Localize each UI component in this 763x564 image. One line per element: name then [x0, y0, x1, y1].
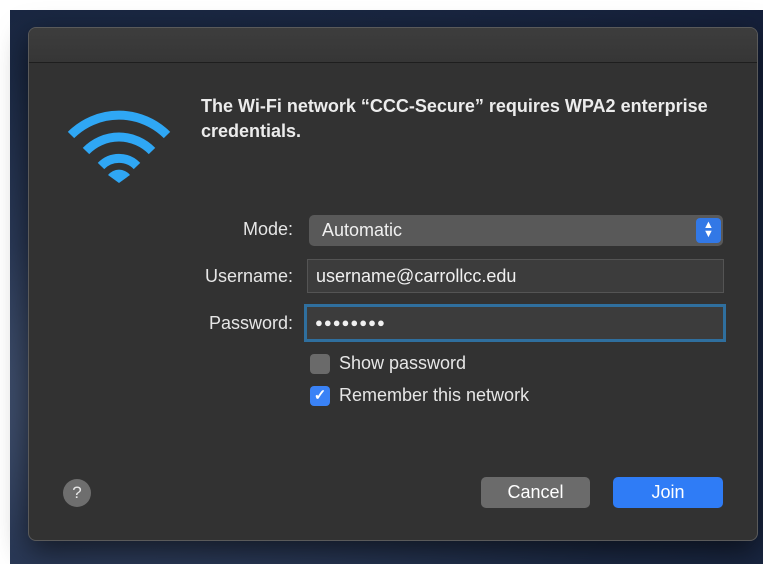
wifi-icon	[67, 110, 171, 183]
username-label: Username:	[204, 266, 293, 286]
remember-network-label[interactable]: Remember this network	[339, 385, 529, 406]
username-field[interactable]: username@carrollcc.edu	[307, 259, 724, 293]
help-button[interactable]: ?	[63, 479, 91, 507]
password-field[interactable]: ●●●●●●●●	[304, 304, 726, 342]
remember-network-checkbox[interactable]: ✓	[310, 386, 330, 406]
wifi-credentials-dialog: The Wi-Fi network “CCC-Secure” requires …	[28, 27, 758, 541]
password-label: Password:	[208, 313, 293, 333]
mode-label: Mode:	[242, 219, 293, 239]
dialog-message: The Wi-Fi network “CCC-Secure” requires …	[201, 96, 708, 141]
mode-select[interactable]: Automatic ▲ ▼	[309, 215, 723, 246]
show-password-checkbox[interactable]	[310, 354, 330, 374]
show-password-label[interactable]: Show password	[339, 353, 466, 374]
join-button[interactable]: Join	[613, 477, 723, 508]
checkmark-icon: ✓	[313, 387, 327, 404]
dialog-titlebar	[29, 28, 757, 63]
chevron-updown-icon: ▲ ▼	[696, 218, 721, 243]
cancel-button[interactable]: Cancel	[481, 477, 590, 508]
mode-select-value: Automatic	[322, 220, 403, 240]
